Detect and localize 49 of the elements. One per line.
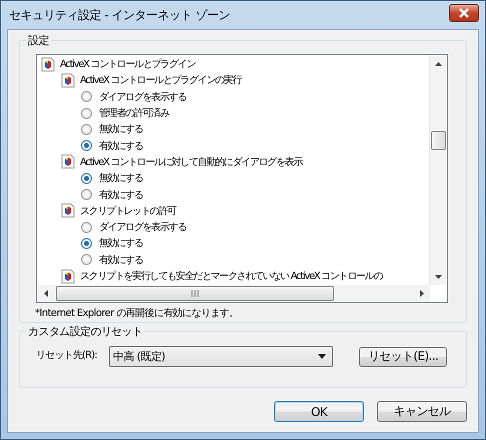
dropdown-arrow-icon [318,354,326,359]
reset-level-dropdown[interactable]: 中高 (既定) [109,346,333,367]
window-title: セキュリティ設定 - インターネット ゾーン [9,6,230,24]
scroll-left-icon [44,290,48,297]
scroll-up-icon [435,62,442,66]
scroll-right-icon [420,290,424,297]
setting-label: ActiveX コントロールに対して自動的にダイアログを表示 [80,156,302,169]
radio-option[interactable]: 無効にする [37,235,429,252]
radio-option[interactable]: 有効にする [37,186,429,203]
radio-option[interactable]: 無効にする [37,121,429,138]
group-label: 設定 [26,33,51,48]
scroll-thumb[interactable] [431,131,446,150]
setting-icon [61,268,75,284]
restart-note: *Internet Explorer の再開後に有効になります。 [35,306,240,320]
radio-option[interactable]: 無効にする [37,170,429,186]
radio-option[interactable]: 有効にする [37,137,429,154]
setting-icon [61,72,75,88]
radio-option[interactable]: ダイアログを表示する [37,218,429,236]
vertical-scrollbar[interactable] [429,55,447,285]
radio-button[interactable] [81,238,92,249]
category-label: ActiveX コントロールとプラグイン [60,58,195,72]
scroll-thumb[interactable] [56,286,334,301]
group-label: カスタム設定のリセット [26,324,144,339]
radio-button[interactable] [81,172,92,184]
setting-icon [61,154,75,170]
radio-button[interactable] [81,108,92,119]
radio-button[interactable] [81,140,92,152]
ok-button[interactable]: OK [274,401,364,422]
cancel-button[interactable]: キャンセル [377,401,467,422]
radio-option[interactable]: 管理者の許可済み [37,104,429,122]
radio-button[interactable] [81,222,92,233]
radio-button[interactable] [81,91,92,102]
radio-option[interactable]: 有効にする [37,252,429,268]
close-button[interactable] [449,4,479,22]
reset-button[interactable]: リセット(E)... [359,346,447,366]
setting-icon [41,56,55,72]
grip-icon [191,290,199,297]
setting-icon [61,203,75,218]
radio-button[interactable] [81,124,92,135]
radio-option[interactable]: ダイアログを表示する [37,88,429,105]
radio-button[interactable] [81,254,92,266]
reset-label: リセット先(R): [36,348,98,362]
radio-button[interactable] [81,189,92,200]
horizontal-scrollbar[interactable] [37,285,430,302]
close-icon [458,8,470,18]
setting-label: スクリプトを実行しても安全だとマークされていない ActiveX コントロールの [80,270,382,283]
scroll-down-icon [435,274,442,278]
setting-label: ActiveX コントロールとプラグインの実行 [80,74,242,88]
setting-label: スクリプトレットの許可 [80,204,176,218]
